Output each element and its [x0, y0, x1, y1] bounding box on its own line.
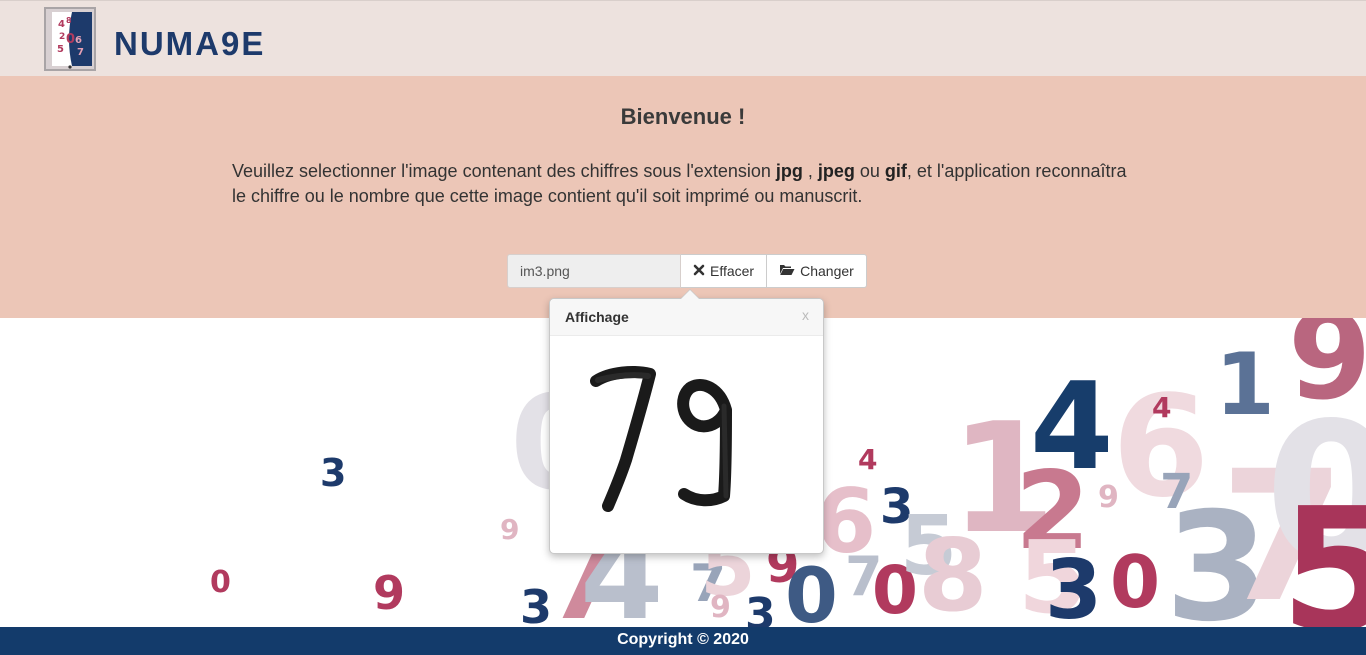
preview-popover: Affichage x	[549, 289, 824, 554]
svg-text:6: 6	[75, 35, 82, 46]
svg-text:8: 8	[66, 16, 72, 25]
close-button[interactable]: x	[802, 307, 809, 323]
ext-gif: gif	[884, 161, 907, 181]
svg-text:7: 7	[77, 47, 84, 58]
footer: Copyright © 2020	[0, 627, 1366, 655]
svg-text:4: 4	[58, 19, 65, 30]
clear-button[interactable]: Effacer	[681, 254, 768, 288]
file-input-group: im3.png Effacer Changer	[507, 254, 867, 288]
file-name-field[interactable]: im3.png	[507, 254, 681, 288]
preview-image	[550, 336, 823, 554]
ext-jpeg: jpeg	[817, 161, 855, 181]
svg-text:0: 0	[66, 32, 75, 47]
clear-button-label: Effacer	[710, 263, 755, 279]
times-icon	[693, 255, 705, 287]
folder-open-icon	[779, 255, 795, 287]
copyright-text: Copyright © 2020	[617, 631, 749, 648]
instructions-text: Veuillez selectionner l'image contenant …	[232, 161, 1127, 206]
popover-header: Affichage x	[550, 299, 823, 336]
change-button-label: Changer	[800, 263, 854, 279]
svg-text:5: 5	[57, 44, 64, 55]
change-button[interactable]: Changer	[767, 254, 867, 288]
svg-text:2: 2	[59, 32, 65, 42]
logo-icon[interactable]: 4 8 2 0 5 6 7	[44, 7, 96, 71]
handwritten-digits-image	[590, 366, 732, 512]
logo-text[interactable]: NUMA9E	[114, 25, 265, 63]
page-title: Bienvenue !	[620, 104, 746, 129]
ext-jpg: jpg	[775, 161, 803, 181]
navbar: 4 8 2 0 5 6 7 NUMA9E	[0, 0, 1366, 76]
popover-title: Affichage	[565, 309, 629, 325]
